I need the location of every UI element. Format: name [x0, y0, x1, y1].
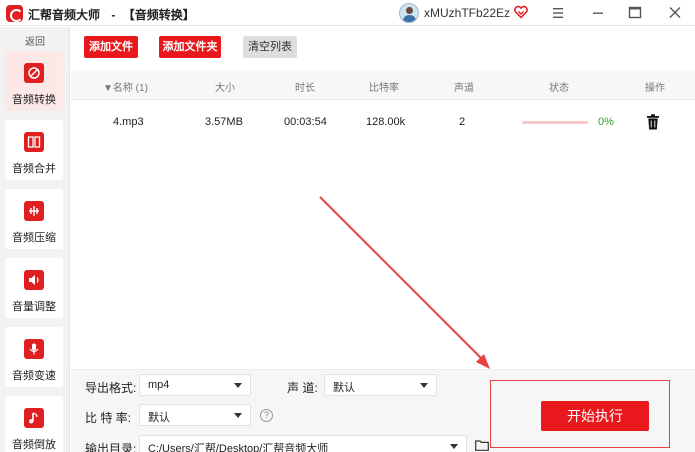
start-button[interactable]: 开始执行 — [541, 401, 649, 431]
file-duration: 00:03:54 — [284, 116, 327, 128]
chevron-down-icon — [450, 444, 458, 449]
file-table-header: ▼名称 (1) 大小 时长 比特率 声道 状态 操作 — [71, 70, 695, 100]
app-name: 汇帮音频大师 — [28, 8, 101, 22]
sidebar-item-merge[interactable]: 音频合并 — [5, 120, 63, 180]
add-folder-button[interactable]: 添加文件夹 — [159, 36, 221, 58]
chevron-down-icon — [420, 383, 428, 388]
sidebar-item-convert[interactable]: 音频转换 — [5, 51, 63, 111]
format-label: 导出格式: — [85, 381, 137, 395]
sidebar-item-label: 音频合并 — [12, 163, 56, 175]
column-status-header: 状态 — [549, 83, 569, 94]
output-dir-select[interactable]: C:/Users/汇帮/Desktop/汇帮音频大师 — [139, 435, 467, 452]
section-name: 【音频转换】 — [122, 8, 195, 22]
merge-icon — [24, 132, 44, 152]
progress-bar — [522, 121, 588, 124]
username[interactable]: xMUzhTFb22Ez — [424, 6, 510, 20]
volume-icon — [24, 270, 44, 290]
help-icon[interactable]: ? — [260, 409, 273, 422]
chevron-down-icon — [234, 383, 242, 388]
format-value: mp4 — [148, 379, 170, 391]
clear-list-button[interactable]: 清空列表 — [243, 36, 297, 58]
close-icon[interactable] — [664, 3, 686, 23]
file-name: 4.mp3 — [113, 116, 144, 128]
column-duration-header: 时长 — [295, 83, 315, 94]
sidebar-item-label: 音频倒放 — [12, 439, 56, 451]
minimize-icon[interactable] — [587, 3, 609, 23]
file-size: 3.57MB — [205, 116, 243, 128]
bitrate-label: 比 特 率: — [85, 411, 132, 425]
add-file-button[interactable]: 添加文件 — [84, 36, 138, 58]
convert-icon — [24, 63, 44, 83]
sidebar-item-compress[interactable]: 音频压缩 — [5, 189, 63, 249]
vip-heart-icon[interactable] — [514, 5, 528, 19]
column-channels-header: 声道 — [454, 83, 474, 94]
menu-icon[interactable] — [547, 3, 569, 23]
column-actions-header: 操作 — [645, 83, 665, 94]
file-bitrate: 128.00k — [366, 116, 406, 128]
column-name-header[interactable]: ▼名称 (1) — [103, 79, 148, 94]
sidebar-item-reverse[interactable]: 音频倒放 — [5, 396, 63, 452]
sidebar-item-volume[interactable]: 音量调整 — [5, 258, 63, 318]
sidebar-item-label: 音频变速 — [12, 370, 56, 382]
output-dir-value: C:/Users/汇帮/Desktop/汇帮音频大师 — [148, 443, 329, 452]
output-dir-label: 输出目录: — [85, 442, 137, 452]
sidebar: 返回 音频转换 音频合并 音频压缩 音量调整 音频变速 音频倒放 — [0, 27, 70, 452]
speed-icon — [24, 339, 44, 359]
app-logo-icon — [6, 5, 23, 22]
file-channels: 2 — [459, 116, 466, 128]
sort-down-icon: ▼ — [103, 83, 113, 94]
reverse-icon — [24, 408, 44, 428]
compress-icon — [24, 201, 44, 221]
channel-select[interactable]: 默认 — [324, 374, 437, 396]
sidebar-item-label: 音频压缩 — [12, 232, 56, 244]
sidebar-item-label: 音量调整 — [12, 301, 56, 313]
channel-value: 默认 — [333, 382, 355, 394]
title-separator: - — [111, 8, 116, 22]
folder-icon[interactable] — [475, 440, 489, 451]
sidebar-item-speed[interactable]: 音频变速 — [5, 327, 63, 387]
avatar[interactable] — [399, 3, 419, 23]
channel-label: 声 道: — [287, 381, 318, 395]
trash-icon[interactable] — [646, 114, 660, 130]
title-bar: 汇帮音频大师 - 【音频转换】 xMUzhTFb22Ez — [0, 0, 695, 26]
back-button[interactable]: 返回 — [0, 33, 70, 48]
chevron-down-icon — [234, 413, 242, 418]
maximize-icon[interactable] — [624, 3, 646, 23]
window-title: 汇帮音频大师 - 【音频转换】 — [28, 6, 195, 23]
bitrate-value: 默认 — [148, 412, 170, 424]
column-size-header: 大小 — [215, 83, 235, 94]
column-bitrate-header: 比特率 — [369, 83, 399, 94]
bitrate-select[interactable]: 默认 — [139, 404, 251, 426]
format-select[interactable]: mp4 — [139, 374, 251, 396]
status-percent: 0% — [598, 116, 614, 128]
sidebar-item-label: 音频转换 — [12, 94, 56, 106]
